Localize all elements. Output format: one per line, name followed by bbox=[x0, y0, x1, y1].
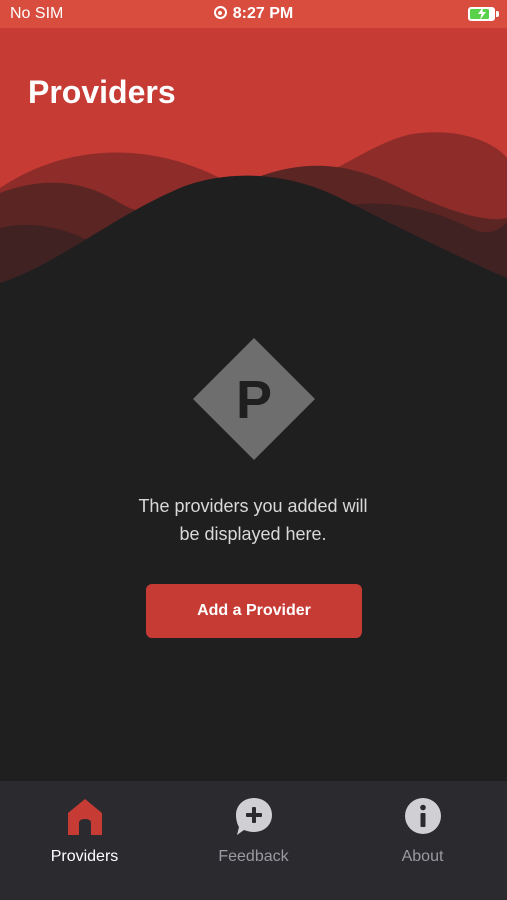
add-provider-button[interactable]: Add a Provider bbox=[146, 584, 362, 638]
battery-icon bbox=[468, 7, 499, 21]
orientation-lock-icon bbox=[213, 6, 227, 19]
status-time: 8:27 PM bbox=[232, 5, 294, 22]
tab-bar: Providers Feedback About bbox=[0, 781, 507, 900]
status-bar: No SIM 8:27 PM bbox=[0, 0, 507, 28]
battery-nub bbox=[496, 11, 499, 17]
app-screen: No SIM 8:27 PM Providers P The providers… bbox=[0, 0, 507, 900]
tab-about-label: About bbox=[401, 848, 444, 865]
provider-logo-icon: P bbox=[193, 338, 315, 460]
status-time-group: 8:27 PM bbox=[0, 5, 507, 23]
tab-about[interactable]: About bbox=[338, 781, 507, 900]
charging-bolt-icon bbox=[478, 7, 486, 20]
tab-providers-label: Providers bbox=[50, 848, 119, 865]
header-banner: Providers bbox=[0, 28, 507, 308]
tab-feedback[interactable]: Feedback bbox=[169, 781, 338, 900]
info-icon bbox=[405, 798, 441, 834]
feedback-plus-icon bbox=[236, 798, 272, 835]
empty-state-message: The providers you added will be displaye… bbox=[138, 496, 368, 544]
home-icon bbox=[68, 799, 102, 835]
provider-logo-letter: P bbox=[236, 370, 272, 430]
page-title: Providers bbox=[28, 74, 176, 110]
tab-providers[interactable]: Providers bbox=[0, 781, 169, 900]
tab-feedback-label: Feedback bbox=[218, 848, 289, 865]
header-waves-decoration bbox=[0, 132, 507, 308]
